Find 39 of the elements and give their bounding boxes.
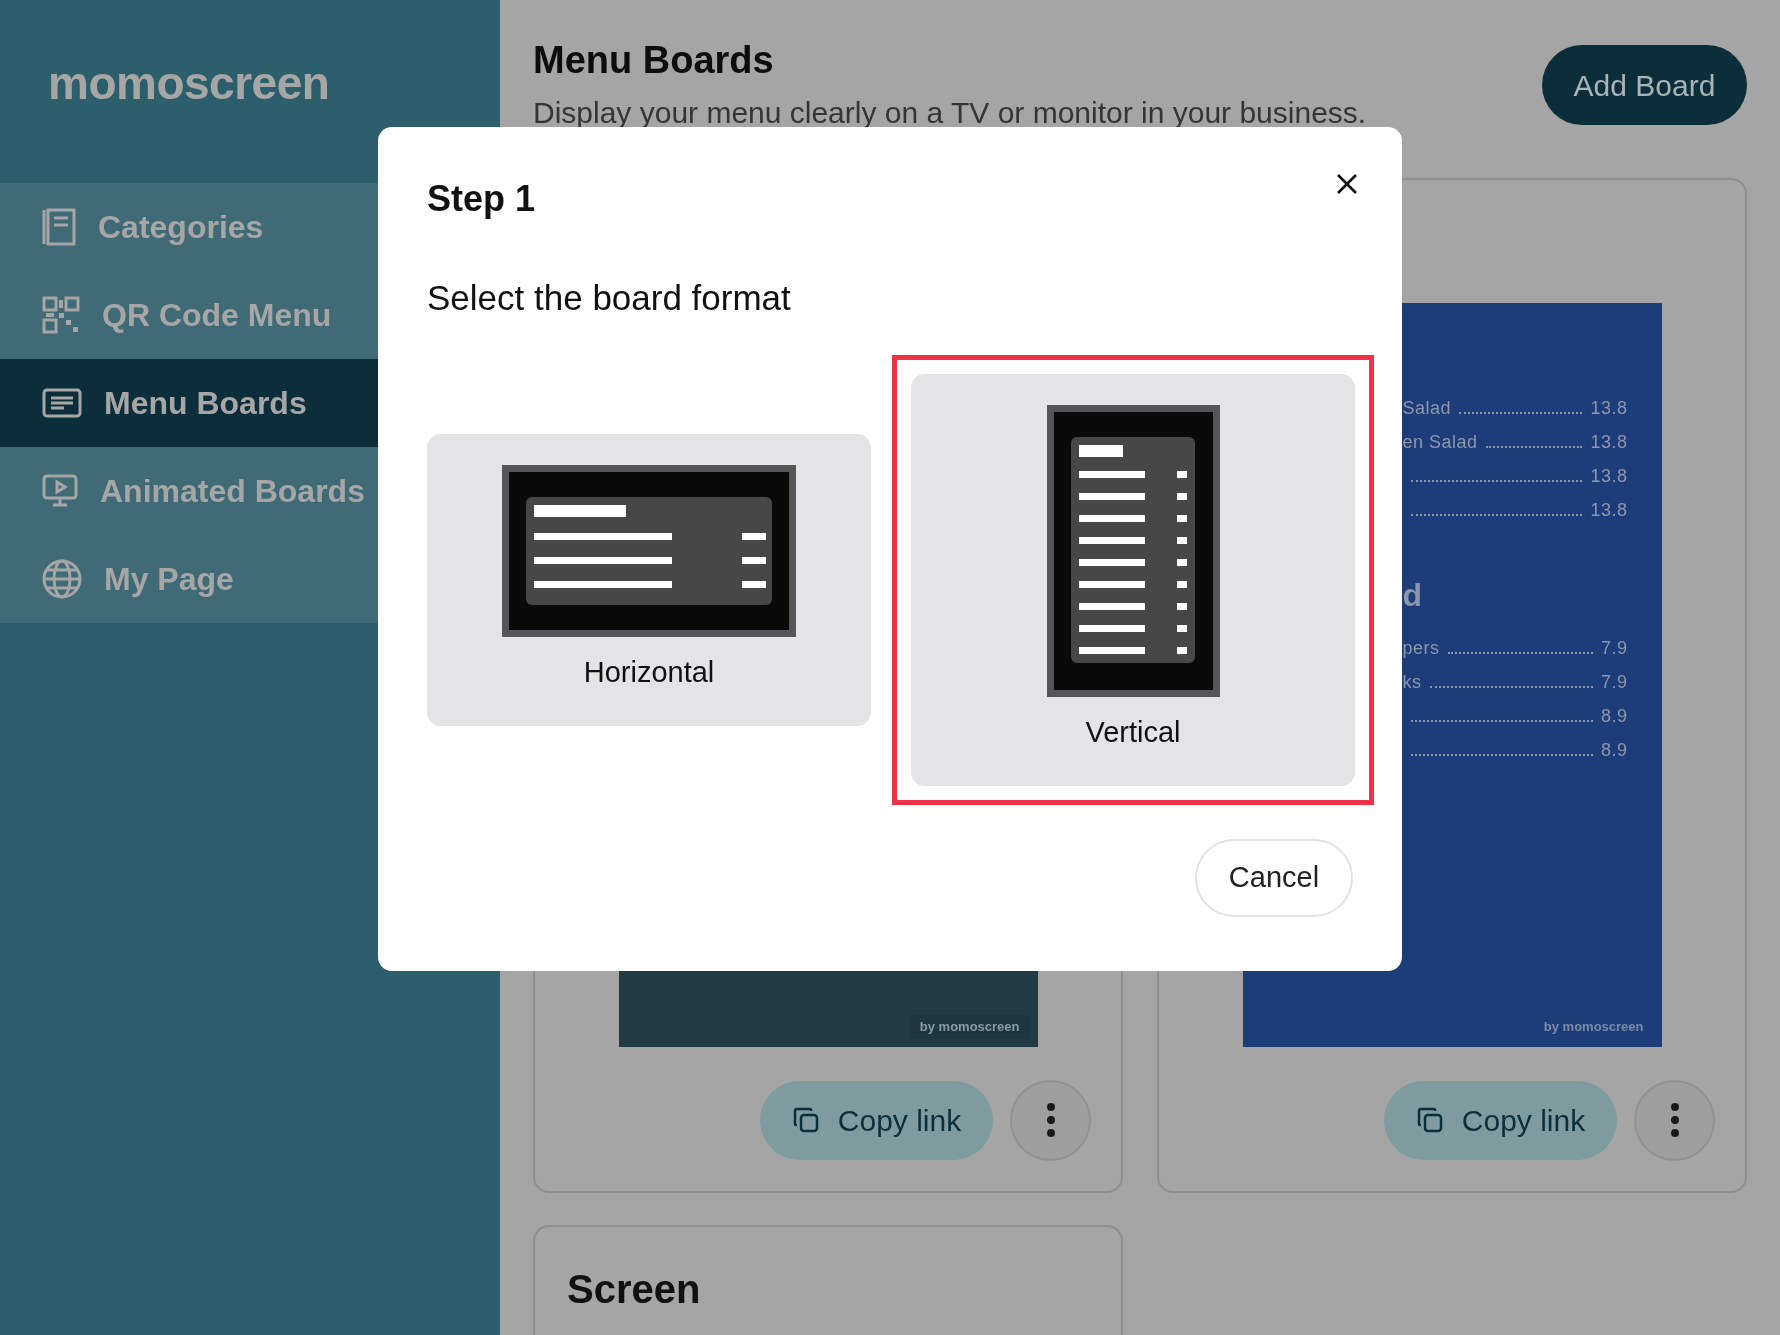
vertical-screen-icon	[1046, 404, 1220, 697]
option-label: Vertical	[1085, 714, 1181, 750]
copy-icon	[1415, 1106, 1444, 1135]
menu-item-price: 8.9	[1600, 704, 1628, 728]
format-option[interactable]: Horizontal	[427, 433, 871, 726]
monitor-play-icon	[42, 474, 78, 508]
menu-item-price: 13.8	[1590, 464, 1628, 488]
kebab-menu-icon	[1045, 1103, 1056, 1138]
menu-item-price: 13.8	[1590, 430, 1628, 454]
copy-link-button[interactable]: Copy link	[1384, 1080, 1617, 1160]
page-title: Menu Boards	[533, 38, 775, 83]
watermark-text: by momoscreen	[909, 1015, 1030, 1039]
menu-item-name: ks	[1402, 670, 1422, 694]
cancel-button[interactable]: Cancel	[1195, 838, 1353, 917]
copy-icon	[791, 1106, 820, 1135]
qr-code-icon	[42, 296, 80, 334]
menu-item-name: pers	[1402, 636, 1440, 660]
copy-link-button[interactable]: Copy link	[760, 1080, 993, 1160]
close-icon	[1336, 173, 1358, 195]
watermark-text: by momoscreen	[1542, 1018, 1645, 1037]
option-label: Horizontal	[583, 654, 715, 690]
menu-item-price: 13.8	[1590, 396, 1628, 420]
page-subtitle: Display your menu clearly on a TV or monitor in your business.	[533, 94, 1367, 131]
menu-item-price: 13.8	[1590, 498, 1628, 522]
menu-item-price: 7.9	[1600, 670, 1628, 694]
app-logo: momoscreen	[47, 56, 331, 111]
menu-item-name: en Salad	[1402, 430, 1478, 454]
menu-item-price: 8.9	[1600, 738, 1628, 762]
menu-item-name: Salad	[1402, 396, 1452, 420]
book-icon	[42, 208, 76, 246]
globe-icon	[42, 559, 82, 599]
horizontal-screen-icon	[502, 464, 796, 637]
card-title: Screen	[567, 1265, 702, 1313]
kebab-menu-icon	[1669, 1103, 1680, 1138]
format-option[interactable]: Vertical	[911, 373, 1355, 786]
add-board-button[interactable]: Add Board	[1542, 45, 1747, 125]
menu-item-price: 7.9	[1600, 636, 1628, 660]
list-icon	[42, 388, 82, 418]
menu-heading: d	[1402, 575, 1424, 615]
